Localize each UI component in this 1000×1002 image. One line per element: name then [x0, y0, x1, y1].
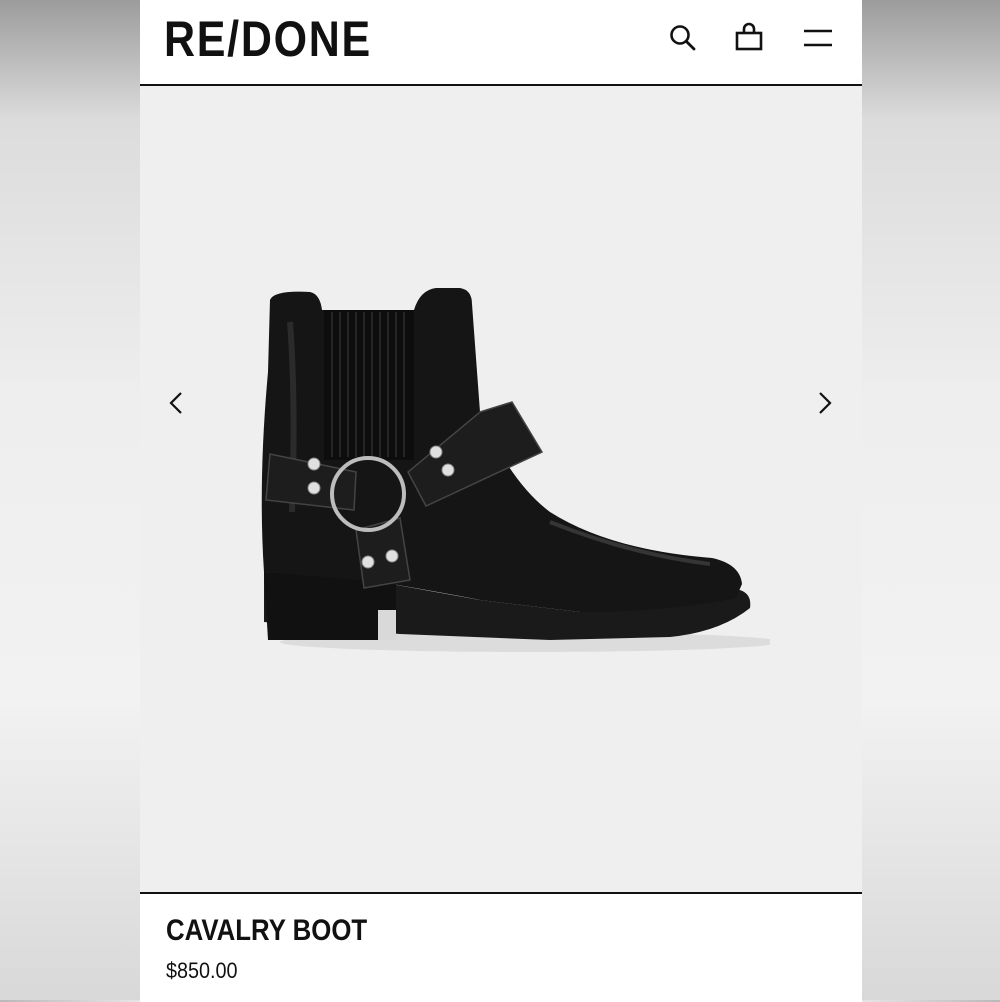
shopping-bag-icon — [735, 22, 763, 51]
product-price: $850.00 — [166, 958, 238, 983]
hamburger-menu-icon — [804, 29, 832, 47]
product-image-gallery[interactable] — [140, 86, 862, 892]
previous-image-button[interactable] — [161, 388, 191, 418]
search-button[interactable] — [665, 20, 701, 56]
search-icon — [670, 25, 696, 51]
product-title: CAVALRY BOOT — [166, 914, 368, 947]
background-blur-right — [860, 0, 1000, 1000]
product-image — [261, 288, 770, 652]
chevron-right-icon — [819, 392, 832, 414]
next-image-button[interactable] — [810, 388, 840, 418]
site-header: RE/DONE — [140, 0, 862, 86]
product-page: RE/DONE CAVALRY BOOT $850.00 — [140, 0, 862, 1002]
background-blur-left — [0, 0, 140, 1000]
menu-button[interactable] — [800, 20, 836, 56]
brand-logo[interactable]: RE/DONE — [164, 10, 372, 68]
cart-button[interactable] — [731, 20, 767, 56]
chevron-left-icon — [169, 392, 182, 414]
product-info: CAVALRY BOOT $850.00 — [140, 892, 862, 1002]
